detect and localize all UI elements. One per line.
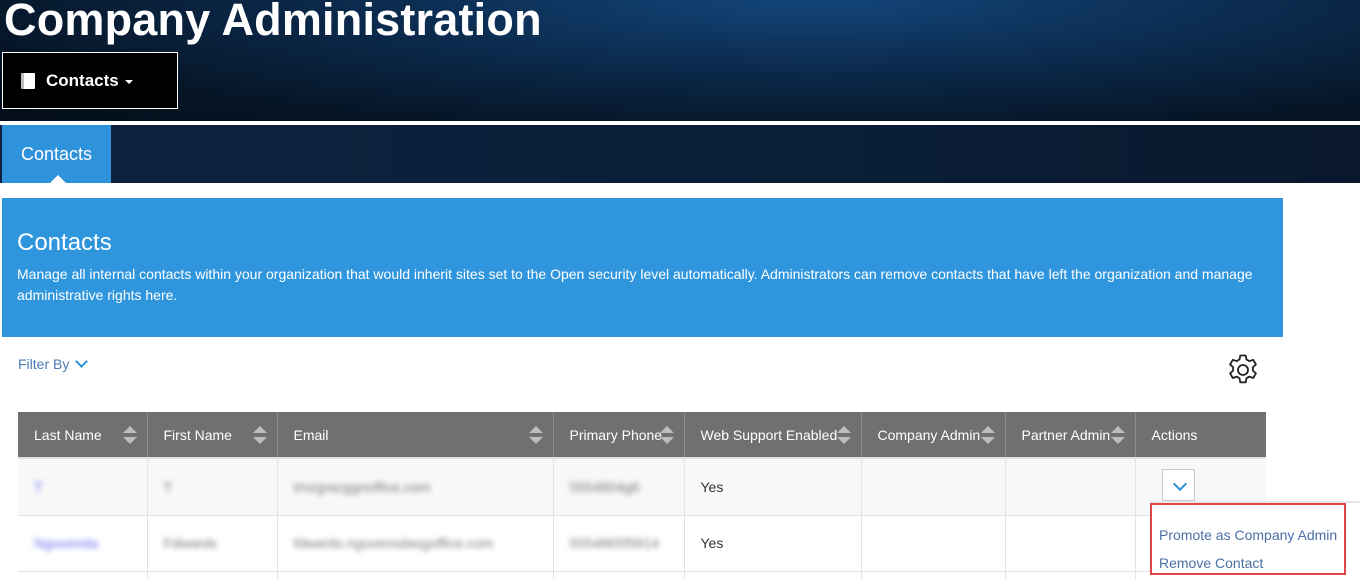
- remove-contact-menu-item[interactable]: Remove Contact: [1159, 549, 1344, 577]
- contacts-dropdown-button[interactable]: Contacts: [2, 52, 178, 109]
- gear-icon[interactable]: [1225, 352, 1261, 388]
- sort-icon[interactable]: [1110, 425, 1125, 444]
- column-header-first-name[interactable]: First Name: [147, 412, 278, 457]
- column-header-actions: Actions: [1135, 412, 1266, 457]
- column-header-last-name[interactable]: Last Name: [18, 412, 148, 457]
- page-title: Company Administration: [4, 0, 542, 45]
- cell-company-admin: [861, 515, 1006, 572]
- contacts-dropdown-label: Contacts: [46, 70, 119, 90]
- cell-partner-admin: [1005, 515, 1136, 572]
- sort-icon[interactable]: [252, 425, 267, 444]
- page: Company Administration Contacts Contacts…: [0, 0, 1360, 579]
- column-header-web-support[interactable]: Web Support Enabled: [684, 412, 862, 457]
- sort-icon[interactable]: [836, 425, 851, 444]
- banner-description: Manage all internal contacts within your…: [17, 266, 1253, 303]
- cell-last-name[interactable]: T: [18, 459, 148, 516]
- cell-partner-admin: [1005, 459, 1136, 516]
- header-hero: Company Administration Contacts: [0, 0, 1360, 121]
- banner-title: Contacts: [17, 229, 112, 256]
- sort-icon[interactable]: [528, 425, 543, 444]
- table-header-row: Last Name First Name Email Primary Phone…: [18, 412, 1266, 457]
- cell-email: fdwards.nguvensdasgoffice.com: [277, 515, 554, 572]
- row-actions-button[interactable]: [1161, 469, 1195, 502]
- active-tab-pointer: [50, 175, 66, 183]
- promote-company-admin-menu-item[interactable]: Promote as Company Admin: [1159, 521, 1344, 549]
- contacts-table: Last Name First Name Email Primary Phone…: [18, 412, 1266, 579]
- cell-web-support: Yes: [684, 459, 862, 516]
- caret-down-icon: [124, 79, 133, 84]
- column-header-partner-admin[interactable]: Partner Admin: [1005, 412, 1136, 457]
- sort-icon[interactable]: [122, 425, 137, 444]
- column-header-company-admin[interactable]: Company Admin: [861, 412, 1006, 457]
- cell-first-name: T: [147, 459, 278, 516]
- column-header-primary-phone[interactable]: Primary Phone: [553, 412, 685, 457]
- table-row: Nguvenda Fdwards fdwards.nguvensdasgoffi…: [18, 515, 1266, 572]
- table-row: T T tmzgrazggnoffice.com 5554804g6 Yes: [18, 459, 1266, 516]
- cell-web-support: Yes: [684, 515, 862, 572]
- cell-phone: 5554804g6: [553, 459, 685, 516]
- contact-last-name-link[interactable]: T: [34, 479, 43, 495]
- book-icon: [21, 72, 35, 89]
- table-row: [18, 571, 1266, 579]
- row-actions-menu: Promote as Company Admin Remove Contact: [1150, 503, 1346, 575]
- cell-first-name: Fdwards: [147, 515, 278, 572]
- cell-phone: 5554865f5814: [553, 515, 685, 572]
- tab-contacts[interactable]: Contacts: [2, 125, 111, 183]
- cell-last-name[interactable]: Nguvenda: [18, 515, 148, 572]
- cell-company-admin: [861, 459, 1006, 516]
- sort-icon[interactable]: [659, 425, 674, 444]
- filter-by-label: Filter By: [18, 356, 70, 372]
- contact-last-name-link[interactable]: Nguvenda: [34, 535, 98, 551]
- nav-bar: Contacts: [0, 125, 1360, 183]
- chevron-down-icon: [75, 355, 89, 368]
- contacts-banner: Contacts Manage all internal contacts wi…: [2, 198, 1283, 337]
- filter-by-toggle[interactable]: Filter By: [18, 355, 89, 372]
- cell-email: tmzgrazggnoffice.com: [277, 459, 554, 516]
- column-header-email[interactable]: Email: [277, 412, 554, 457]
- tab-contacts-label: Contacts: [20, 143, 93, 164]
- sort-icon[interactable]: [980, 425, 995, 444]
